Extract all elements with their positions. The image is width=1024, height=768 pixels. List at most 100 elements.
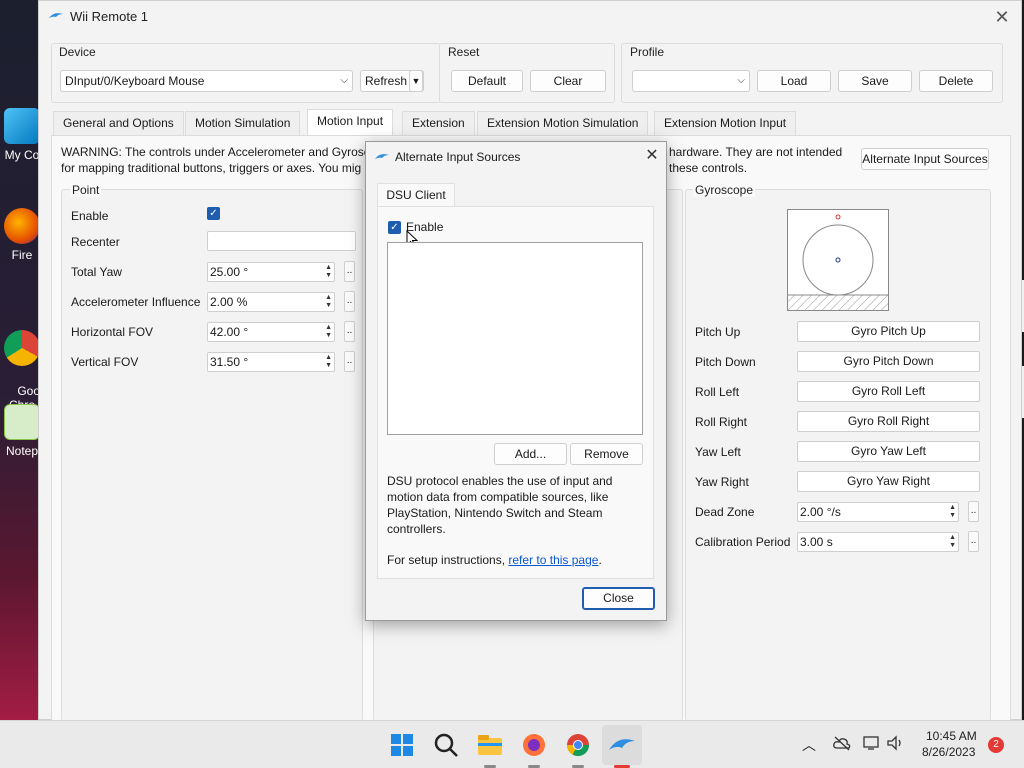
tab-general-and-options[interactable]: General and Options [53,111,184,135]
tab-extension-motion-simulation[interactable]: Extension Motion Simulation [477,111,649,135]
desktop-icon-label: Fire [11,248,33,262]
device-select-value: DInput/0/Keyboard Mouse [65,74,205,88]
horizontal-fov-label: Horizontal FOV [71,325,154,339]
window-title: Wii Remote 1 [70,9,149,24]
profile-group-label: Profile [630,45,665,59]
clear-button[interactable]: Clear [530,70,606,92]
chrome-icon[interactable] [562,729,594,761]
search-icon[interactable] [430,729,462,761]
tab-extension[interactable]: Extension [402,111,475,135]
spin-arrows-icon[interactable]: ▲ ▼ [325,324,332,340]
accelerometer-influence-more-button[interactable]: .. [344,291,355,312]
delete-button[interactable]: Delete [919,70,993,92]
notification-badge[interactable]: 2 [988,737,1004,753]
start-icon[interactable] [386,729,418,761]
setup-instructions: For setup instructions, refer to this pa… [387,553,602,567]
warning-text: WARNING: The controls under Acceleromete… [61,145,370,159]
dolphin-icon [49,13,63,18]
horizontal-fov-more-button[interactable]: .. [344,321,355,342]
chevron-up-icon[interactable]: ︿ [802,735,816,755]
dsu-description-line: controllers. [387,522,446,536]
refresh-menu-button[interactable]: ▼ [409,70,423,92]
gyro-yaw-right-button[interactable]: Gyro Yaw Right [797,471,980,492]
vertical-fov-value: 31.50 ° [210,355,249,369]
network-icon[interactable] [862,735,882,751]
dolphin-icon[interactable] [606,729,638,761]
profile-select[interactable]: ⌵ [632,70,750,92]
default-button[interactable]: Default [451,70,523,92]
clock-date[interactable]: 8/26/2023 [922,745,975,759]
vertical-fov-more-button[interactable]: .. [344,351,355,372]
horizontal-fov-spinbox[interactable]: 42.00 ° ▲ ▼ [207,322,335,342]
title-bar[interactable]: Wii Remote 1 ✕ [39,1,1023,33]
device-select[interactable]: DInput/0/Keyboard Mouse ⌵ [60,70,353,92]
gyro-pitch-up-button[interactable]: Gyro Pitch Up [797,321,980,342]
desktop-icon-label: Notep [5,444,39,458]
gyroscope-group-label: Gyroscope [693,183,756,197]
save-button[interactable]: Save [838,70,912,92]
alternate-input-sources-dialog: Alternate Input Sources ✕ DSU Client ✓ E… [365,141,667,621]
accelerometer-influence-label: Accelerometer Influence [71,295,201,309]
dead-zone-spinbox[interactable]: 2.00 °/s ▲ ▼ [797,502,959,522]
calibration-period-more-button[interactable]: .. [968,531,979,552]
tab-motion-simulation[interactable]: Motion Simulation [185,111,301,135]
setup-instructions-link[interactable]: refer to this page [508,553,598,567]
notepad-icon [4,404,40,440]
monitor-icon [4,108,40,144]
gyro-roll-left-button[interactable]: Gyro Roll Left [797,381,980,402]
calibration-period-spinbox[interactable]: 3.00 s ▲ ▼ [797,532,959,552]
yaw-right-label: Yaw Right [695,475,749,489]
warning-text: for mapping traditional buttons, trigger… [61,161,362,175]
firefox-icon[interactable] [518,729,550,761]
tab-motion-input[interactable]: Motion Input [307,109,394,136]
remove-button[interactable]: Remove [570,443,643,465]
dsu-description-line: motion data from compatible sources, lik… [387,490,609,504]
calibration-period-value: 3.00 s [800,535,833,549]
gyro-yaw-left-button[interactable]: Gyro Yaw Left [797,441,980,462]
spin-arrows-icon[interactable]: ▲ ▼ [325,294,332,310]
close-icon[interactable]: ✕ [642,146,662,166]
dsu-server-list[interactable] [387,242,643,435]
cloud-offline-icon[interactable] [832,735,852,751]
accelerometer-influence-value: 2.00 % [210,295,248,309]
recenter-label: Recenter [71,235,120,249]
dsu-enable-checkbox[interactable]: ✓ [388,221,401,234]
spin-arrows-icon[interactable]: ▲ ▼ [949,534,956,550]
dialog-close-button[interactable]: Close [582,587,655,610]
warning-text: these controls. [669,161,748,175]
tab-dsu-client[interactable]: DSU Client [377,183,455,207]
calibration-period-label: Calibration Period [695,535,791,549]
gyro-pitch-down-button[interactable]: Gyro Pitch Down [797,351,980,372]
vertical-fov-spinbox[interactable]: 31.50 ° ▲ ▼ [207,352,335,372]
device-group-label: Device [59,45,96,59]
dead-zone-value: 2.00 °/s [800,505,841,519]
taskbar: ︿ 10:45 AM 8/26/2023 2 [0,720,1024,768]
total-yaw-more-button[interactable]: .. [344,261,355,282]
gyro-roll-right-button[interactable]: Gyro Roll Right [797,411,980,432]
dropdown-arrow-icon: ▼ [411,76,421,86]
tab-extension-motion-input[interactable]: Extension Motion Input [654,111,797,135]
spin-arrows-icon[interactable]: ▲ ▼ [325,354,332,370]
total-yaw-spinbox[interactable]: 25.00 ° ▲ ▼ [207,262,335,282]
volume-icon[interactable] [886,735,906,751]
horizontal-fov-value: 42.00 ° [210,325,249,339]
close-icon[interactable]: ✕ [991,7,1013,27]
accelerometer-influence-spinbox[interactable]: 2.00 % ▲ ▼ [207,292,335,312]
dsu-description-line: DSU protocol enables the use of input an… [387,474,613,488]
load-button[interactable]: Load [757,70,831,92]
yaw-left-label: Yaw Left [695,445,741,459]
dolphin-icon [375,154,389,159]
spin-arrows-icon[interactable]: ▲ ▼ [325,264,332,280]
add-button[interactable]: Add... [494,443,567,465]
file-explorer-icon[interactable] [474,729,506,761]
point-enable-checkbox[interactable]: ✓ [207,207,220,220]
clock-time[interactable]: 10:45 AM [926,729,977,743]
chrome-icon [4,330,40,366]
recenter-binding-button[interactable] [207,231,356,251]
dead-zone-more-button[interactable]: .. [968,501,979,522]
dead-zone-label: Dead Zone [695,505,755,519]
pitch-up-label: Pitch Up [695,325,741,339]
total-yaw-value: 25.00 ° [210,265,249,279]
alternate-input-sources-button[interactable]: Alternate Input Sources [861,148,989,170]
spin-arrows-icon[interactable]: ▲ ▼ [949,504,956,520]
